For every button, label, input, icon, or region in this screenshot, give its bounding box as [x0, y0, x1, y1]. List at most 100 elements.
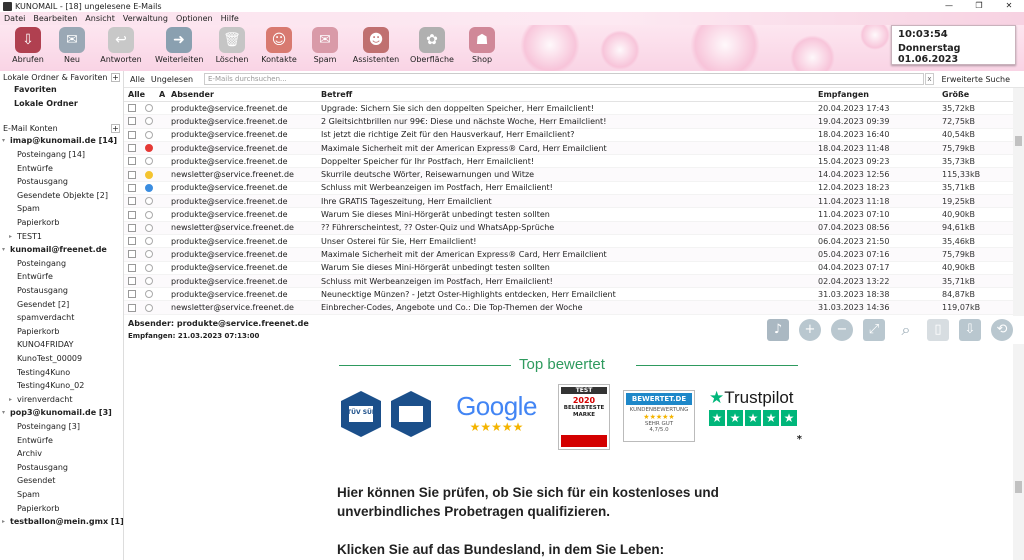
- collapse-arrow-icon[interactable]: ▸: [9, 233, 12, 240]
- speaker-icon[interactable]: ♪: [767, 319, 789, 341]
- expand-arrow-icon[interactable]: ▾: [2, 137, 5, 144]
- email-flag-icon[interactable]: [145, 197, 153, 206]
- email-row[interactable]: produkte@service.freenet.de Schluss mit W…: [124, 274, 1013, 289]
- toolbar-button-weiterleiten[interactable]: ➜ Weiterleiten: [155, 27, 203, 69]
- preview-scroll-thumb[interactable]: [1015, 481, 1022, 493]
- email-row[interactable]: produkte@service.freenet.de Ist jetzt die…: [124, 129, 1013, 142]
- email-select-checkbox[interactable]: [128, 197, 136, 206]
- email-select-checkbox[interactable]: [128, 277, 136, 285]
- sidebar-folder-postausgang[interactable]: Postausgang: [0, 175, 123, 189]
- close-button[interactable]: ✕: [994, 0, 1024, 12]
- toolbar-button-kontakte[interactable]: ☺ Kontakte: [255, 27, 303, 69]
- email-select-checkbox[interactable]: [128, 303, 136, 312]
- email-select-checkbox[interactable]: [128, 157, 136, 166]
- email-select-checkbox[interactable]: [128, 183, 136, 192]
- sidebar-folder-favoriten[interactable]: Favoriten: [0, 83, 123, 97]
- email-list-scrollbar[interactable]: [1013, 88, 1024, 316]
- sidebar-folder-lokale-ordner[interactable]: Lokale Ordner: [0, 97, 123, 111]
- save-icon[interactable]: ⇩: [959, 319, 981, 341]
- email-row[interactable]: newsletter@service.freenet.de Einbrecher-…: [124, 301, 1013, 315]
- email-row[interactable]: newsletter@service.freenet.de Skurrile de…: [124, 168, 1013, 182]
- email-row[interactable]: produkte@service.freenet.de Maximale Sich…: [124, 141, 1013, 156]
- toolbar-button-abrufen[interactable]: ⇩ Abrufen: [4, 27, 52, 69]
- scroll-thumb[interactable]: [1015, 136, 1022, 146]
- collapse-arrow-icon[interactable]: ▸: [2, 518, 5, 525]
- fit-icon[interactable]: ⤢: [863, 319, 885, 341]
- sidebar-folder-kuno4friday[interactable]: KUNO4FRIDAY: [0, 338, 123, 352]
- col-subject[interactable]: Betreff: [321, 90, 352, 99]
- sidebar-folder-spam[interactable]: Spam: [0, 488, 123, 502]
- email-select-checkbox[interactable]: [128, 223, 136, 232]
- email-flag-icon[interactable]: [145, 104, 153, 113]
- email-flag-icon[interactable]: [145, 170, 153, 179]
- sidebar-folder-entw-rfe[interactable]: Entwürfe: [0, 433, 123, 447]
- sidebar-folder-virenverdacht[interactable]: ▸ virenverdacht: [0, 392, 123, 406]
- email-flag-icon[interactable]: [145, 183, 153, 192]
- col-received[interactable]: Empfangen: [818, 90, 869, 99]
- email-select-checkbox[interactable]: [128, 210, 136, 219]
- sidebar-folder-kunomail-freenet-de[interactable]: ▾ kunomail@freenet.de: [0, 243, 123, 257]
- search-icon[interactable]: ⌕: [895, 319, 917, 341]
- email-select-checkbox[interactable]: [128, 104, 136, 113]
- sidebar-folder-papierkorb[interactable]: Papierkorb: [0, 501, 123, 515]
- toolbar-button-assistenten[interactable]: ☻ Assistenten: [352, 27, 400, 69]
- add-account-button[interactable]: +: [111, 123, 120, 133]
- sidebar-folder-postausgang[interactable]: Postausgang: [0, 460, 123, 474]
- email-flag-icon[interactable]: [145, 290, 153, 299]
- email-select-checkbox[interactable]: [128, 117, 136, 126]
- clear-search-button[interactable]: x: [925, 73, 934, 85]
- sidebar-folder-posteingang-14-[interactable]: Posteingang [14]: [0, 148, 123, 162]
- col-attachment[interactable]: A: [159, 90, 165, 99]
- email-flag-icon[interactable]: [145, 223, 153, 232]
- sidebar-folder-gesendet[interactable]: Gesendet: [0, 474, 123, 488]
- email-select-checkbox[interactable]: [128, 170, 136, 179]
- collapse-arrow-icon[interactable]: ▸: [9, 396, 12, 403]
- menu-ansicht[interactable]: Ansicht: [85, 14, 115, 23]
- email-select-checkbox[interactable]: [128, 263, 136, 272]
- sidebar-folder-spam[interactable]: Spam: [0, 202, 123, 216]
- expand-arrow-icon[interactable]: ▾: [2, 246, 5, 253]
- menu-datei[interactable]: Datei: [4, 14, 25, 23]
- sidebar-folder-entw-rfe[interactable]: Entwürfe: [0, 161, 123, 175]
- link-icon[interactable]: ⟲: [991, 319, 1013, 341]
- menu-hilfe[interactable]: Hilfe: [221, 14, 239, 23]
- preview-scrollbar[interactable]: [1013, 344, 1024, 560]
- col-all[interactable]: Alle: [128, 90, 145, 99]
- zoom-out-icon[interactable]: −: [831, 319, 853, 341]
- email-select-checkbox[interactable]: [128, 237, 136, 246]
- email-row[interactable]: produkte@service.freenet.de Schluss mit W…: [124, 182, 1013, 196]
- email-flag-icon[interactable]: [145, 144, 153, 153]
- toolbar-button-l-schen[interactable]: 🗑 Löschen: [208, 27, 256, 69]
- sidebar-folder-spamverdacht[interactable]: spamverdacht: [0, 311, 123, 325]
- email-select-checkbox[interactable]: [128, 250, 136, 259]
- menu-verwaltung[interactable]: Verwaltung: [123, 14, 168, 23]
- email-row[interactable]: produkte@service.freenet.de Neunecktige M…: [124, 288, 1013, 302]
- advanced-search-link[interactable]: Erweiterte Suche: [941, 75, 1010, 84]
- sidebar-folder-papierkorb[interactable]: Papierkorb: [0, 216, 123, 230]
- email-row[interactable]: produkte@service.freenet.de Doppelter Spe…: [124, 155, 1013, 169]
- email-select-checkbox[interactable]: [128, 290, 136, 299]
- email-row[interactable]: produkte@service.freenet.de 2 Gleitsichtb…: [124, 115, 1013, 129]
- delete-icon[interactable]: ▯: [927, 319, 949, 341]
- sidebar-folder-entw-rfe[interactable]: Entwürfe: [0, 270, 123, 284]
- email-row[interactable]: produkte@service.freenet.de Warum Sie die…: [124, 262, 1013, 275]
- menu-optionen[interactable]: Optionen: [176, 14, 213, 23]
- sidebar-folder-papierkorb[interactable]: Papierkorb: [0, 325, 123, 339]
- email-row[interactable]: produkte@service.freenet.de Warum Sie die…: [124, 208, 1013, 222]
- email-select-checkbox[interactable]: [128, 144, 136, 153]
- maximize-button[interactable]: ❐: [964, 0, 994, 12]
- sidebar-folder-postausgang[interactable]: Postausgang: [0, 284, 123, 298]
- menu-bearbeiten[interactable]: Bearbeiten: [33, 14, 77, 23]
- sidebar-folder-posteingang[interactable]: Posteingang: [0, 257, 123, 271]
- toolbar-button-antworten[interactable]: ↩ Antworten: [97, 27, 145, 69]
- email-row[interactable]: produkte@service.freenet.de Ihre GRATIS T…: [124, 195, 1013, 209]
- email-flag-icon[interactable]: [145, 250, 153, 259]
- sidebar-folder-pop3-kunomail-de-3-[interactable]: ▾ pop3@kunomail.de [3]: [0, 406, 123, 420]
- email-row[interactable]: produkte@service.freenet.de Upgrade: Sich…: [124, 102, 1013, 116]
- sidebar-folder-posteingang-3-[interactable]: Posteingang [3]: [0, 420, 123, 434]
- col-size[interactable]: Größe: [942, 90, 969, 99]
- email-flag-icon[interactable]: [145, 237, 153, 246]
- sidebar-folder-testballon-mein-gmx-1-[interactable]: ▸ testballon@mein.gmx [1]: [0, 515, 123, 529]
- email-flag-icon[interactable]: [145, 263, 153, 272]
- filter-unread[interactable]: Ungelesen: [151, 75, 193, 84]
